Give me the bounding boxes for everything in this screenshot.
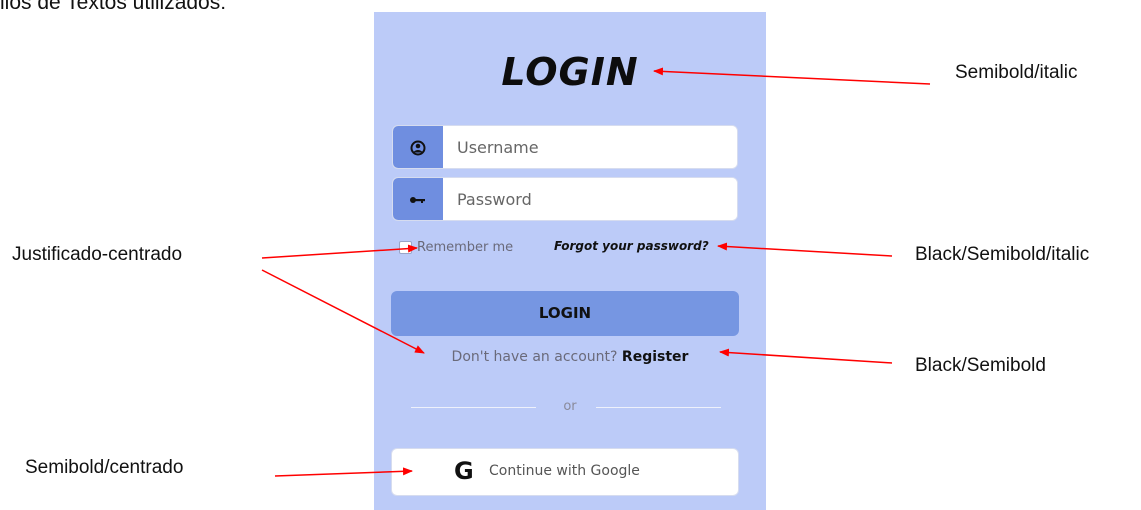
annotation-title-style: Semibold/italic [955,62,1078,83]
login-title: LOGIN [501,50,639,94]
remember-me-label: Remember me [417,239,514,255]
password-icon-box [393,178,443,220]
google-logo-icon: G [454,457,474,485]
google-button-label: Continue with Google [489,463,640,479]
register-prompt-line: Don't have an account? Register [374,349,766,365]
forgot-password-link[interactable]: Forgot your password? [554,239,709,253]
username-icon-box [393,126,443,168]
remember-me-row: Remember me [399,239,513,255]
user-circle-icon [410,140,426,156]
page-heading: ilos de Textos utilizados: [0,0,227,14]
password-input[interactable] [443,178,737,220]
annotation-remember-style: Justificado-centrado [12,244,183,265]
register-prompt-text: Don't have an account? [451,349,618,365]
divider-or-text: or [563,399,577,414]
annotation-forgot-style: Black/Semibold/italic [915,244,1090,265]
login-button[interactable]: LOGIN [391,291,739,336]
continue-with-google-button[interactable]: G Continue with Google [391,448,739,496]
username-field [392,125,738,169]
key-icon [410,197,425,203]
login-panel: LOGIN Remember me Forgot your password? … [374,12,766,510]
password-field [392,177,738,221]
register-link[interactable]: Register [622,349,689,365]
annotation-register-style: Black/Semibold [915,355,1046,376]
username-input[interactable] [443,126,737,168]
annotation-google-style: Semibold/centrado [25,457,184,478]
remember-me-checkbox[interactable] [399,240,412,254]
